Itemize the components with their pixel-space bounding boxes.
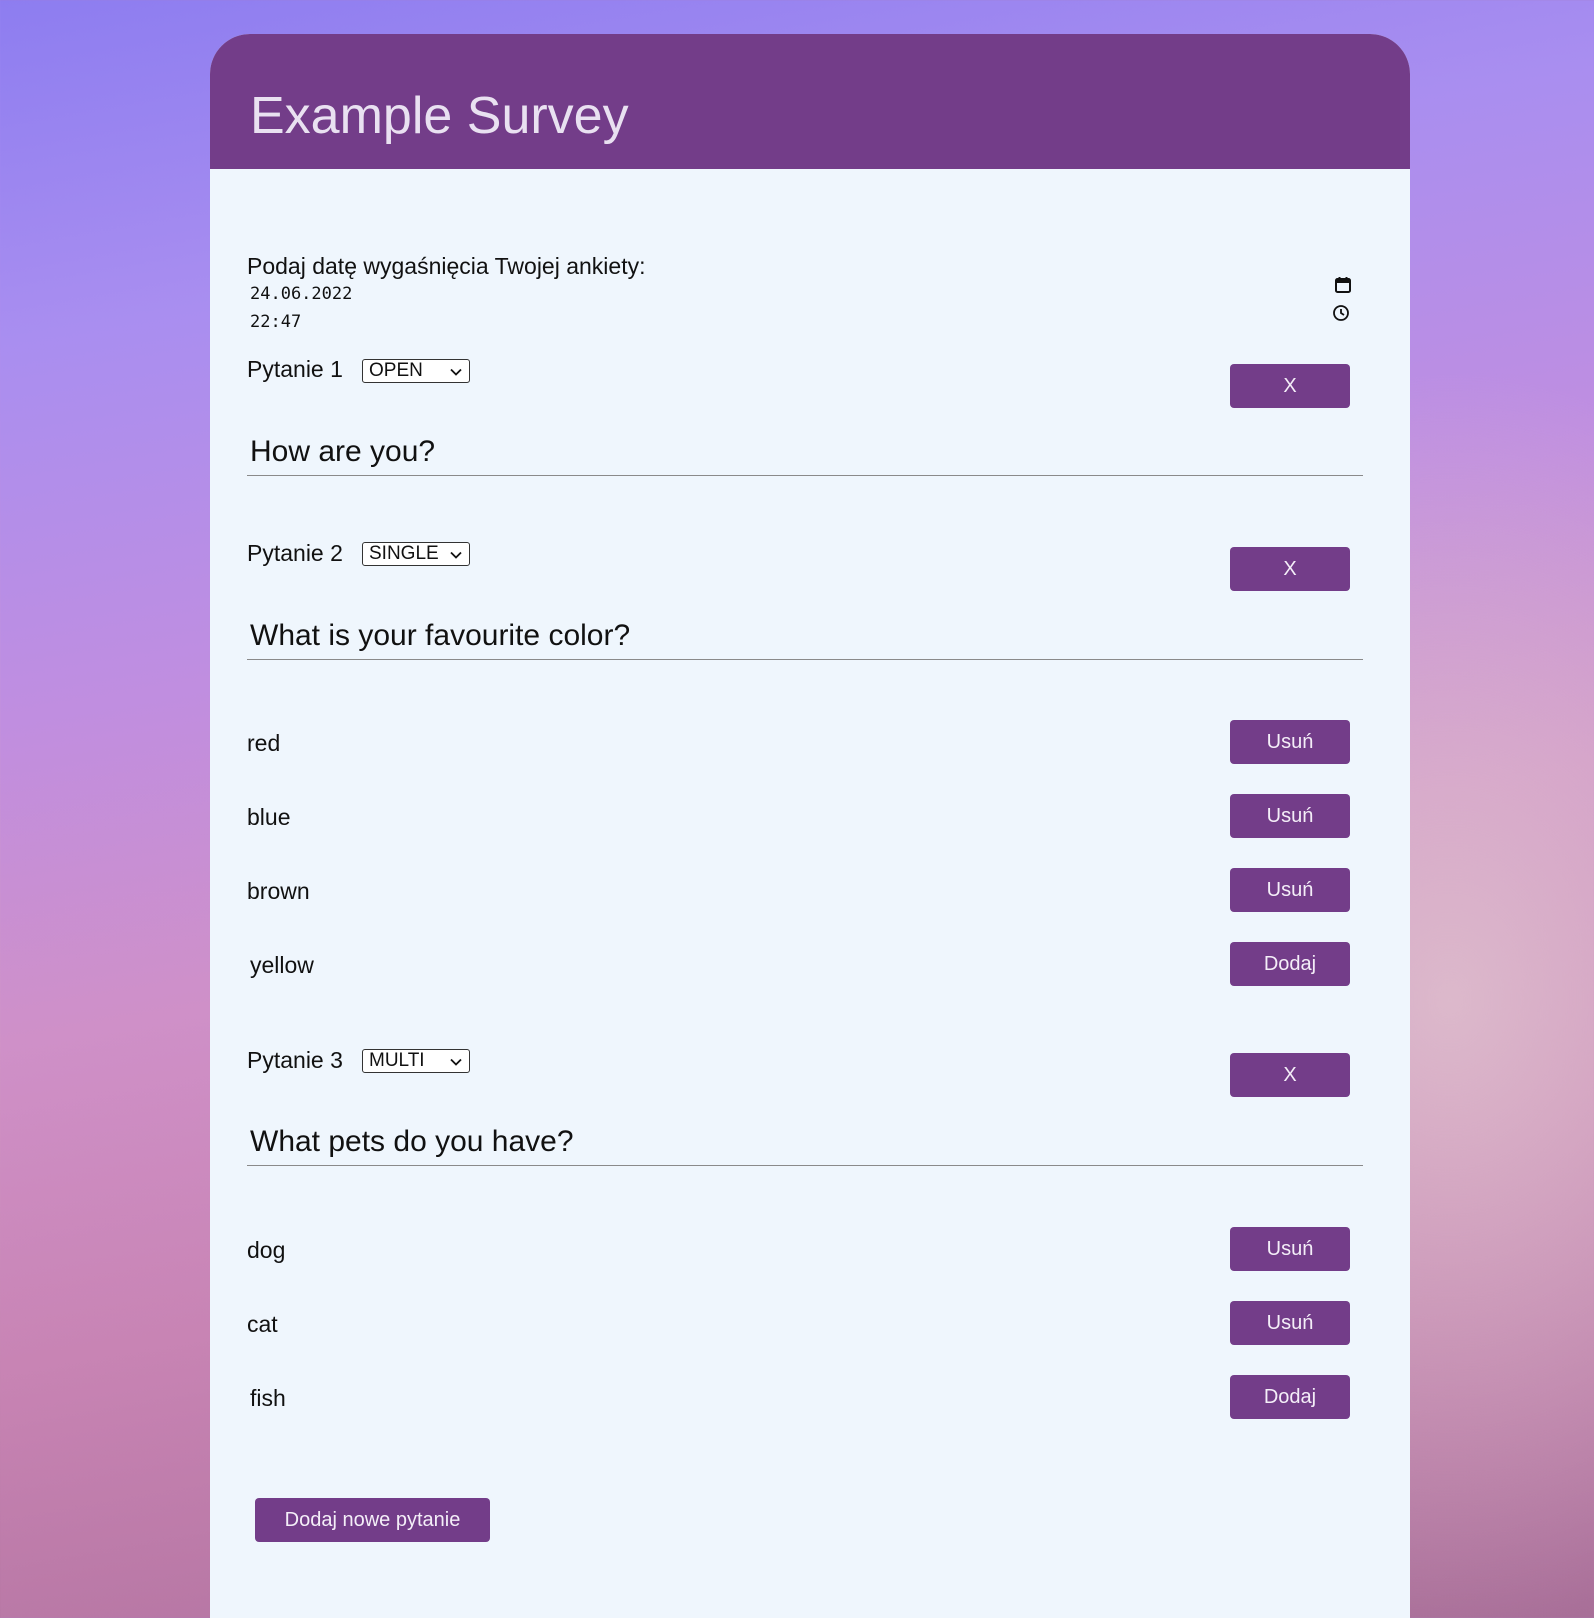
question-3-remove-button[interactable]: X	[1230, 1053, 1350, 1097]
chevron-down-icon	[450, 368, 462, 376]
survey-title: Example Survey	[250, 87, 629, 145]
add-option-button[interactable]: Dodaj	[1230, 1375, 1350, 1419]
question-1-remove-button[interactable]: X	[1230, 364, 1350, 408]
question-2-label: Pytanie 2	[247, 540, 343, 566]
calendar-icon[interactable]	[1334, 276, 1352, 294]
survey-card: Example Survey Podaj datę wygaśnięcia Tw…	[210, 34, 1410, 1618]
expiry-time-input[interactable]: 22:47	[250, 312, 301, 332]
option-item: brown	[247, 878, 310, 904]
chevron-down-icon	[450, 1058, 462, 1066]
expiry-label: Podaj datę wygaśnięcia Twojej ankiety:	[247, 253, 646, 279]
expiry-date-input[interactable]: 24.06.2022	[250, 284, 352, 304]
remove-option-button[interactable]: Usuń	[1230, 720, 1350, 764]
option-item: red	[247, 730, 281, 756]
question-2-remove-button[interactable]: X	[1230, 547, 1350, 591]
add-question-button[interactable]: Dodaj nowe pytanie	[255, 1498, 490, 1542]
option-item: dog	[247, 1237, 286, 1263]
option-item: cat	[247, 1311, 278, 1337]
add-option-button[interactable]: Dodaj	[1230, 942, 1350, 986]
survey-header: Example Survey	[210, 34, 1410, 169]
remove-option-button[interactable]: Usuń	[1230, 1301, 1350, 1345]
option-item: blue	[247, 804, 291, 830]
question-1-text-input[interactable]: How are you?	[247, 432, 1363, 476]
question-2-type-value: SINGLE	[369, 543, 439, 564]
question-3-type-value: MULTI	[369, 1050, 425, 1071]
new-option-input[interactable]: yellow	[250, 952, 314, 979]
question-2-text-input[interactable]: What is your favourite color?	[247, 616, 1363, 660]
question-3-label: Pytanie 3	[247, 1047, 343, 1073]
question-3-text-input[interactable]: What pets do you have?	[247, 1122, 1363, 1166]
remove-option-button[interactable]: Usuń	[1230, 868, 1350, 912]
question-2-type-select[interactable]: SINGLE	[362, 542, 470, 566]
question-3-type-select[interactable]: MULTI	[362, 1049, 470, 1073]
clock-icon[interactable]	[1332, 304, 1350, 322]
question-1-label: Pytanie 1	[247, 356, 343, 382]
question-1-type-select[interactable]: OPEN	[362, 359, 470, 383]
chevron-down-icon	[450, 551, 462, 559]
question-1-type-value: OPEN	[369, 360, 423, 381]
remove-option-button[interactable]: Usuń	[1230, 794, 1350, 838]
new-option-input[interactable]: fish	[250, 1385, 286, 1412]
remove-option-button[interactable]: Usuń	[1230, 1227, 1350, 1271]
